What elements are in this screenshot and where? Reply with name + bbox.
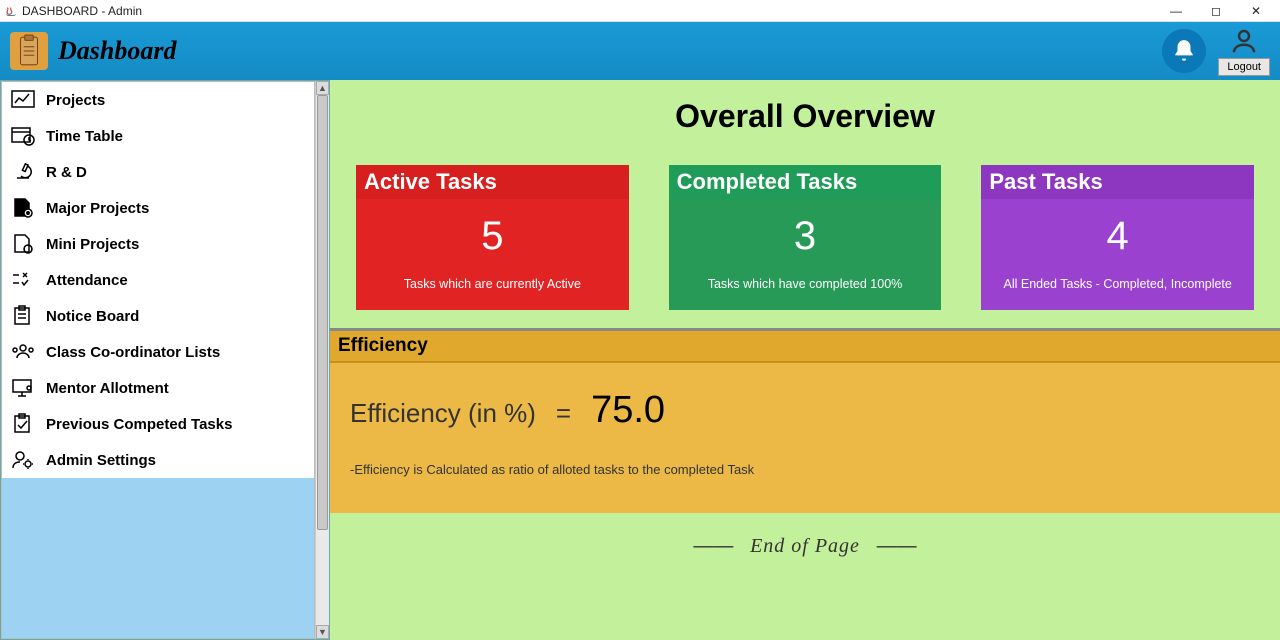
sidebar-item-label: R & D <box>46 164 87 181</box>
card-title: Completed Tasks <box>669 165 942 199</box>
document-gear-icon <box>10 197 36 219</box>
user-gear-icon <box>10 449 36 471</box>
efficiency-heading: Efficiency <box>330 331 1280 363</box>
users-group-icon <box>10 341 36 363</box>
window-close-button[interactable]: ✕ <box>1236 0 1276 22</box>
check-x-list-icon <box>10 269 36 291</box>
sidebar-item-label: Class Co-ordinator Lists <box>46 344 220 361</box>
efficiency-panel: Efficiency (in %) = 75.0 -Efficiency is … <box>330 363 1280 513</box>
main-content: Overall Overview Active Tasks 5 Tasks wh… <box>330 80 1280 640</box>
window-minimize-button[interactable]: ― <box>1156 0 1196 22</box>
efficiency-label: Efficiency (in %) <box>350 398 536 429</box>
notifications-button[interactable] <box>1162 29 1206 73</box>
sidebar-item-label: Previous Competed Tasks <box>46 416 232 433</box>
card-value: 5 <box>481 214 503 259</box>
bell-icon <box>1171 38 1197 64</box>
efficiency-value: 75.0 <box>591 389 665 432</box>
sidebar: Projects Time Table R & D Major Projects… <box>0 80 330 640</box>
sidebar-item-label: Time Table <box>46 128 123 145</box>
card-title: Past Tasks <box>981 165 1254 199</box>
card-completed-tasks: Completed Tasks 3 Tasks which have compl… <box>669 165 942 310</box>
sidebar-item-label: Notice Board <box>46 308 139 325</box>
page-title: Dashboard <box>58 36 176 66</box>
card-value: 4 <box>1107 214 1129 259</box>
sidebar-item-class-coordinator[interactable]: Class Co-ordinator Lists <box>2 334 314 370</box>
scroll-down-button[interactable]: ▼ <box>316 625 329 639</box>
sidebar-item-admin-settings[interactable]: Admin Settings <box>2 442 314 478</box>
sidebar-item-label: Projects <box>46 92 105 109</box>
presentation-icon <box>10 377 36 399</box>
sidebar-scrollbar[interactable]: ▲ ▼ <box>315 81 329 639</box>
efficiency-equals: = <box>556 398 571 429</box>
sidebar-item-label: Attendance <box>46 272 128 289</box>
sidebar-item-label: Mini Projects <box>46 236 139 253</box>
microscope-icon <box>10 161 36 183</box>
app-logo-icon <box>10 32 48 70</box>
window-titlebar: DASHBOARD - Admin ― ◻ ✕ <box>0 0 1280 22</box>
card-description: Tasks which are currently Active <box>404 277 581 291</box>
java-app-icon <box>4 4 18 18</box>
app-header: Dashboard Logout <box>0 22 1280 80</box>
scroll-up-button[interactable]: ▲ <box>316 81 329 95</box>
scroll-thumb[interactable] <box>317 95 328 530</box>
clipboard-icon <box>10 305 36 327</box>
user-icon <box>1229 26 1259 56</box>
window-maximize-button[interactable]: ◻ <box>1196 0 1236 22</box>
sidebar-item-label: Admin Settings <box>46 452 156 469</box>
sidebar-item-mentor-allotment[interactable]: Mentor Allotment <box>2 370 314 406</box>
clipboard-check-icon <box>10 413 36 435</box>
sidebar-item-major-projects[interactable]: Major Projects <box>2 190 314 226</box>
chart-line-icon <box>10 89 36 111</box>
document-gear-outline-icon <box>10 233 36 255</box>
efficiency-note: -Efficiency is Calculated as ratio of al… <box>350 462 1260 477</box>
sidebar-item-attendance[interactable]: Attendance <box>2 262 314 298</box>
card-description: Tasks which have completed 100% <box>708 277 903 291</box>
sidebar-item-timetable[interactable]: Time Table <box>2 118 314 154</box>
sidebar-item-rnd[interactable]: R & D <box>2 154 314 190</box>
card-active-tasks: Active Tasks 5 Tasks which are currently… <box>356 165 629 310</box>
end-of-page: —— End of Page —— <box>330 513 1280 568</box>
overview-heading: Overall Overview <box>330 80 1280 165</box>
sidebar-item-mini-projects[interactable]: Mini Projects <box>2 226 314 262</box>
sidebar-item-projects[interactable]: Projects <box>2 82 314 118</box>
card-past-tasks: Past Tasks 4 All Ended Tasks - Completed… <box>981 165 1254 310</box>
card-value: 3 <box>794 214 816 259</box>
card-description: All Ended Tasks - Completed, Incomplete <box>1004 277 1232 291</box>
sidebar-item-label: Major Projects <box>46 200 149 217</box>
sidebar-item-notice-board[interactable]: Notice Board <box>2 298 314 334</box>
sidebar-item-label: Mentor Allotment <box>46 380 169 397</box>
card-title: Active Tasks <box>356 165 629 199</box>
logout-button[interactable]: Logout <box>1218 58 1270 76</box>
sidebar-item-previous-tasks[interactable]: Previous Competed Tasks <box>2 406 314 442</box>
calendar-clock-icon <box>10 125 36 147</box>
window-title: DASHBOARD - Admin <box>22 4 142 18</box>
